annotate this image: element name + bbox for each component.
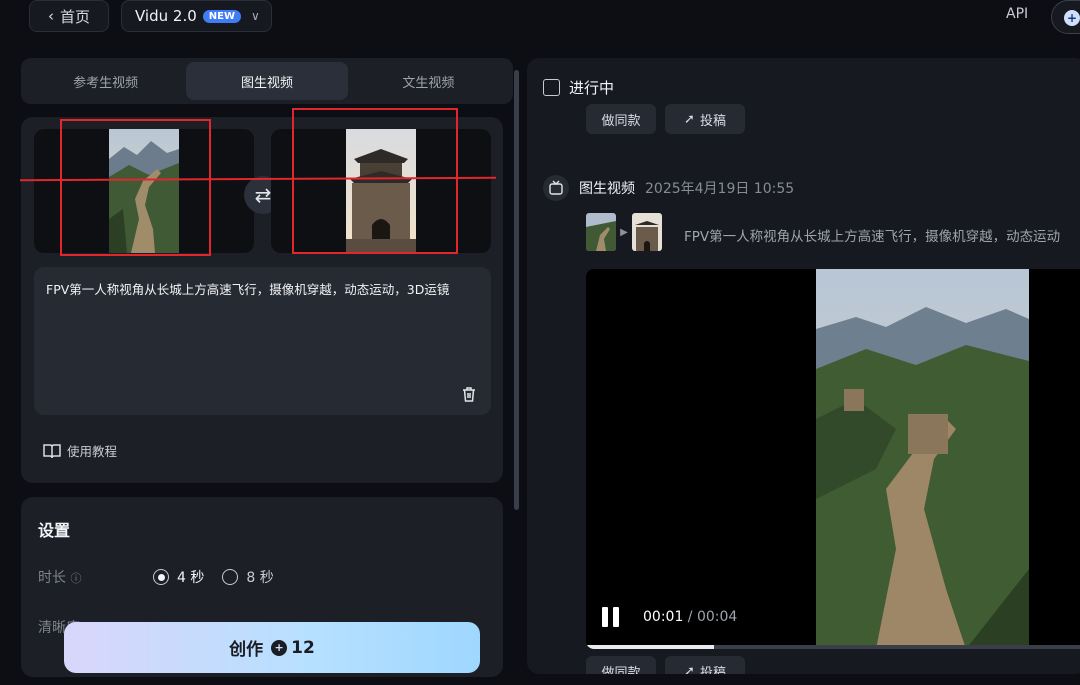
model-name: Vidu 2.0 bbox=[135, 7, 197, 25]
create-cost: + 12 bbox=[271, 638, 315, 658]
back-home-label: 首页 bbox=[59, 7, 90, 26]
entry-time: 2025年4月19日 10:55 bbox=[645, 181, 795, 197]
video-progress-bar[interactable] bbox=[586, 645, 1080, 649]
credit-icon: + bbox=[1064, 10, 1080, 26]
video-progress-fill bbox=[586, 645, 714, 649]
duration-options: 4 秒 8 秒 bbox=[153, 567, 274, 587]
in-progress-checkbox[interactable] bbox=[543, 79, 560, 96]
left-scrollbar[interactable] bbox=[514, 70, 519, 510]
history-entry-header: 图生视频 2025年4月19日 10:55 bbox=[543, 175, 794, 201]
annotation-box-last-frame bbox=[292, 108, 458, 254]
new-badge: NEW bbox=[202, 9, 241, 23]
submit-button[interactable]: ➚ 投稿 bbox=[665, 656, 745, 674]
submit-button-top[interactable]: ➚ 投稿 bbox=[665, 104, 745, 134]
duration-radio-4s[interactable] bbox=[153, 569, 169, 585]
api-link[interactable]: API bbox=[1006, 6, 1028, 22]
image-video-icon bbox=[543, 175, 569, 201]
chevron-left-icon: ‹ bbox=[47, 7, 54, 25]
duration-option-8s[interactable]: 8 秒 bbox=[246, 567, 273, 587]
book-icon bbox=[43, 443, 61, 458]
video-player[interactable]: 00:01 / 00:04 bbox=[586, 269, 1080, 649]
duration-radio-8s[interactable] bbox=[222, 569, 239, 585]
chevron-down-icon: ∨ bbox=[251, 9, 260, 23]
send-icon: ➚ bbox=[684, 111, 695, 127]
top-bar: ‹ 首页 Vidu 2.0 NEW ∨ API + bbox=[0, 0, 1080, 34]
create-cost-value: 12 bbox=[291, 637, 315, 658]
annotation-box-first-frame bbox=[60, 119, 211, 256]
history-panel: 进行中 做同款 ➚ 投稿 图生视频 2025年4月19日 10:55 ▶ FPV第… bbox=[527, 58, 1080, 674]
prompt-text: FPV第一人称视角从长城上方高速飞行，摄像机穿越，动态运动，3D运镜 bbox=[46, 282, 450, 297]
gate-tower-mini-thumbnail bbox=[632, 213, 662, 251]
great-wall-mini-thumbnail bbox=[586, 213, 616, 251]
great-wall-video-frame bbox=[816, 269, 1029, 649]
settings-title: 设置 bbox=[38, 521, 71, 540]
mode-tabs: 参考生视频 图生视频 文生视频 bbox=[21, 58, 513, 104]
credits-button[interactable]: + bbox=[1051, 0, 1080, 34]
tab-reference-video[interactable]: 参考生视频 bbox=[25, 62, 186, 100]
pause-icon[interactable] bbox=[602, 607, 620, 627]
credit-icon: + bbox=[271, 639, 288, 656]
tab-text-to-video[interactable]: 文生视频 bbox=[348, 62, 509, 100]
entry-type: 图生视频 bbox=[579, 181, 635, 197]
in-progress-label: 进行中 bbox=[569, 79, 615, 97]
trash-icon[interactable] bbox=[460, 385, 478, 403]
duration-option-4s[interactable]: 4 秒 bbox=[177, 567, 204, 587]
create-button[interactable]: 创作 + 12 bbox=[64, 622, 480, 673]
prompt-textarea[interactable]: FPV第一人称视角从长城上方高速飞行，摄像机穿越，动态运动，3D运镜 bbox=[34, 267, 491, 415]
model-select[interactable]: Vidu 2.0 NEW ∨ bbox=[121, 0, 272, 32]
tutorial-link[interactable]: 使用教程 bbox=[43, 441, 117, 460]
make-same-button[interactable]: 做同款 bbox=[586, 656, 656, 674]
video-time: 00:01 / 00:04 bbox=[643, 609, 738, 625]
make-same-button-top[interactable]: 做同款 bbox=[586, 104, 656, 134]
send-icon: ➚ bbox=[684, 663, 695, 675]
entry-thumbnails: ▶ bbox=[586, 213, 662, 251]
play-arrow-icon: ▶ bbox=[620, 226, 628, 238]
in-progress-filter[interactable]: 进行中 bbox=[543, 77, 614, 98]
duration-label: 时长 ⓘ bbox=[38, 570, 82, 586]
tab-image-to-video[interactable]: 图生视频 bbox=[186, 62, 348, 100]
back-home-button[interactable]: ‹ 首页 bbox=[29, 0, 109, 32]
tutorial-label: 使用教程 bbox=[67, 444, 118, 459]
create-label: 创作 bbox=[229, 640, 264, 660]
info-icon: ⓘ bbox=[70, 572, 82, 585]
entry-prompt: FPV第一人称视角从长城上方高速飞行，摄像机穿越，动态运动 bbox=[684, 229, 1061, 245]
